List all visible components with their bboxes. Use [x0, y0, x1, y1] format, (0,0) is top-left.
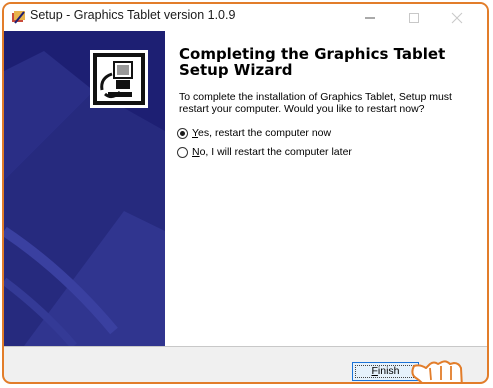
wizard-description: To complete the installation of Graphics…: [179, 91, 452, 115]
restart-now-radio[interactable]: [177, 127, 188, 139]
restart-later-option[interactable]: No, I will restart the computer later: [177, 144, 352, 160]
maximize-button[interactable]: [394, 4, 434, 31]
close-icon: [451, 12, 463, 24]
restart-later-label[interactable]: No, I will restart the computer later: [192, 146, 352, 158]
wizard-sidebar-image: [4, 31, 165, 346]
hand-pointer-icon: [411, 360, 463, 382]
restart-now-option[interactable]: Yes, restart the computer now: [177, 125, 331, 141]
restart-now-label[interactable]: Yes, restart the computer now: [192, 127, 331, 139]
minimize-icon: [365, 17, 375, 19]
setup-app-icon: [11, 9, 27, 25]
setup-window: Setup - Graphics Tablet version 1.0.9 Co…: [2, 2, 489, 384]
restart-later-radio[interactable]: [177, 146, 188, 158]
computer-install-icon: [90, 50, 148, 108]
minimize-button[interactable]: [350, 4, 390, 31]
wizard-content: Completing the Graphics Tablet Setup Wiz…: [165, 31, 487, 346]
wizard-heading: Completing the Graphics Tablet Setup Wiz…: [179, 45, 446, 79]
footer-divider: [4, 346, 487, 347]
window-title: Setup - Graphics Tablet version 1.0.9: [30, 8, 236, 22]
close-button[interactable]: [437, 4, 477, 31]
maximize-icon: [409, 13, 419, 23]
title-bar[interactable]: Setup - Graphics Tablet version 1.0.9: [4, 4, 487, 31]
